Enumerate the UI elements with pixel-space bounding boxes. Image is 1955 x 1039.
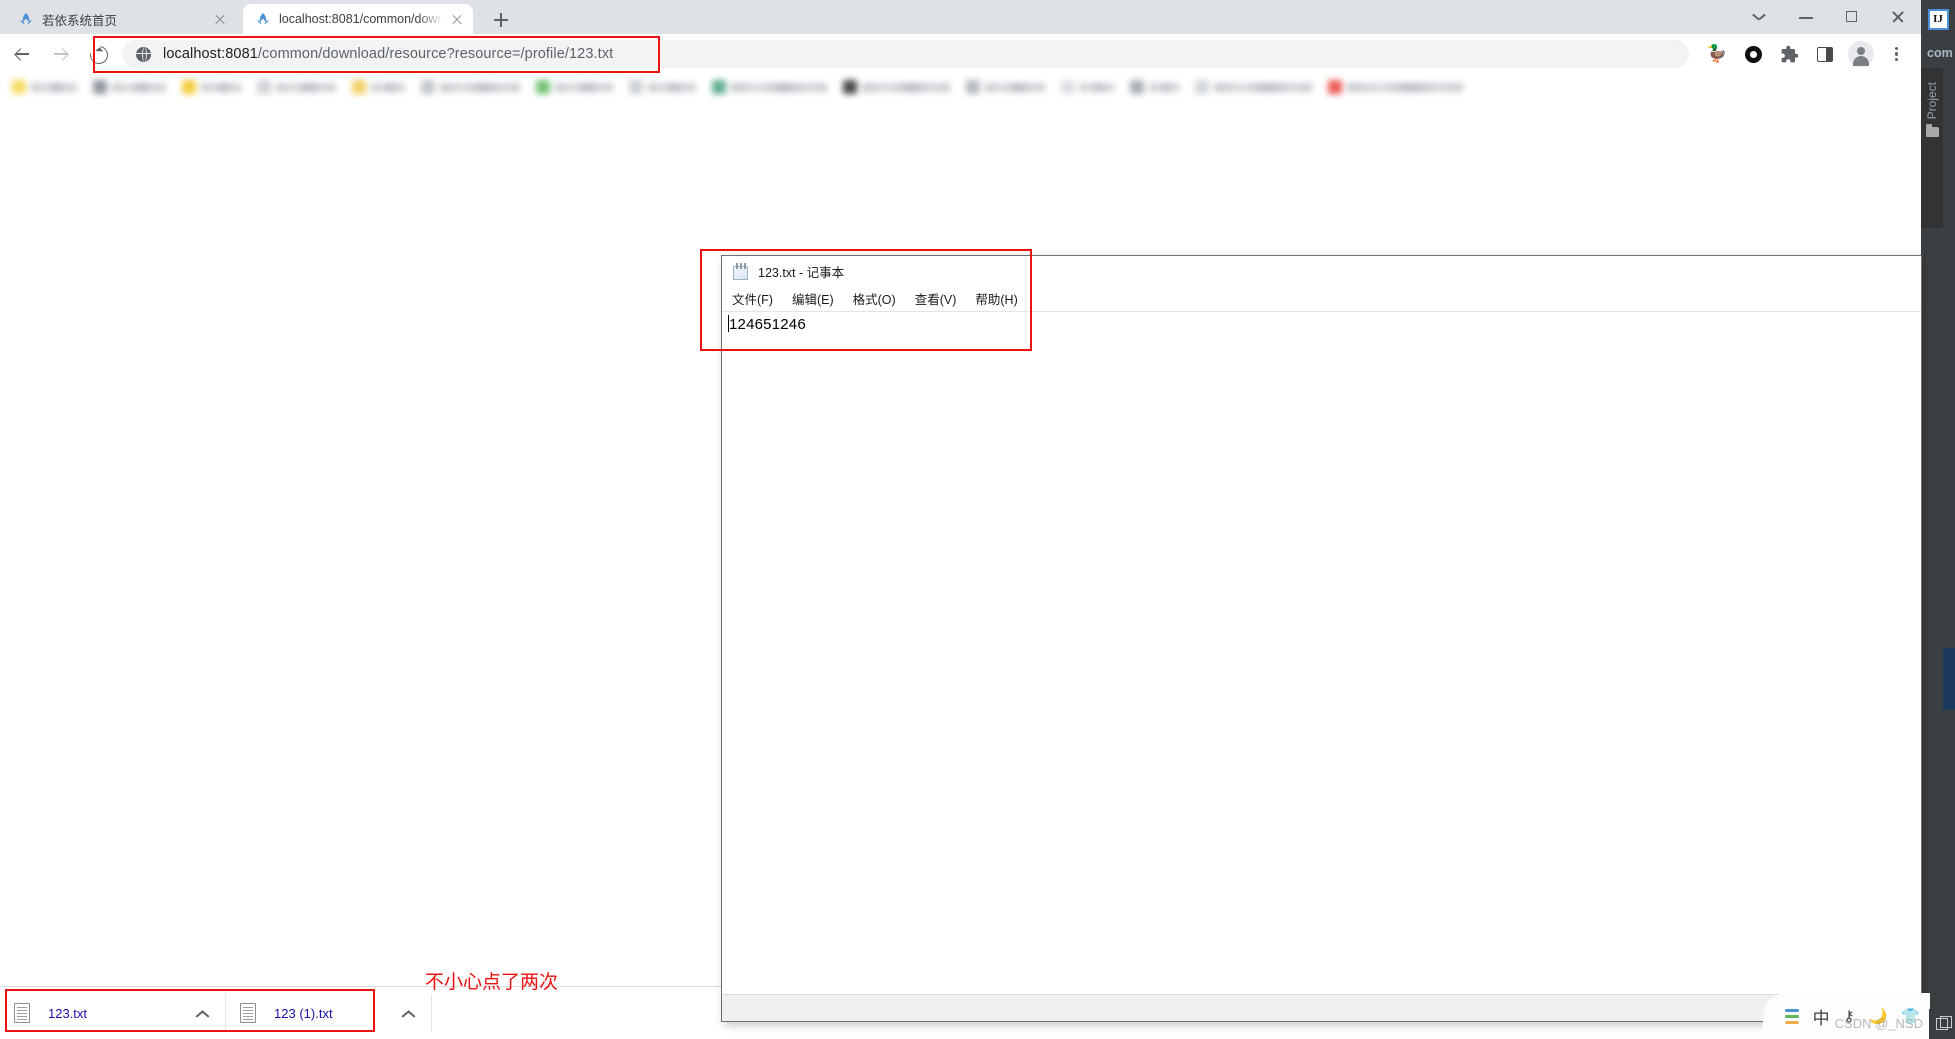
ruoyi-leaf-icon bbox=[255, 11, 271, 27]
system-tray: 中 ⚷ 🌙 👕 bbox=[1762, 993, 1930, 1039]
back-button[interactable] bbox=[6, 38, 38, 70]
forward-button[interactable] bbox=[44, 38, 76, 70]
notepad-window[interactable]: 123.txt - 记事本 文件(F) 编辑(E) 格式(O) 查看(V) 帮助… bbox=[721, 255, 1922, 1022]
duck-extension-icon[interactable]: 🦆 bbox=[1701, 38, 1733, 70]
folder-icon bbox=[1925, 124, 1939, 138]
text-file-icon bbox=[240, 1003, 257, 1023]
ruoyi-leaf-icon bbox=[18, 11, 34, 27]
browser-toolbar: localhost:8081/common/download/resource?… bbox=[0, 34, 1921, 74]
tab-strip: 若依系统首页 localhost:8081/common/down bbox=[0, 0, 1921, 34]
notepad-text-area[interactable]: 124651246 bbox=[722, 312, 1921, 994]
arrow-right-icon bbox=[53, 47, 67, 61]
address-bar[interactable]: localhost:8081/common/download/resource?… bbox=[122, 40, 1689, 68]
bookmark-item[interactable] bbox=[421, 80, 520, 94]
bookmarks-bar[interactable] bbox=[0, 74, 1921, 100]
extensions-puzzle-icon[interactable] bbox=[1773, 38, 1805, 70]
text-file-icon bbox=[14, 1003, 30, 1023]
bookmark-item[interactable] bbox=[1130, 80, 1179, 94]
two-clicks-note: 不小心点了两次 bbox=[425, 971, 559, 993]
intellij-logo-icon: IJ bbox=[1927, 8, 1949, 30]
browser-tab-download[interactable]: localhost:8081/common/down bbox=[243, 4, 473, 34]
ide-titlebar: IJ bbox=[1921, 0, 1955, 38]
chrome-menu-kebab-icon[interactable] bbox=[1881, 38, 1913, 70]
maximize-button[interactable] bbox=[1829, 0, 1875, 34]
ide-menu-bar[interactable]: com bbox=[1921, 38, 1955, 68]
bookmark-item[interactable] bbox=[182, 80, 241, 94]
bookmark-item[interactable] bbox=[352, 80, 405, 94]
bookmark-item[interactable] bbox=[12, 80, 77, 94]
download-filename: 123.txt bbox=[48, 1005, 88, 1021]
ide-selected-row bbox=[1943, 648, 1955, 710]
ime-settings-icon[interactable]: ⚷ bbox=[1844, 1007, 1855, 1025]
moon-icon[interactable]: 🌙 bbox=[1869, 1007, 1888, 1025]
dark-reader-icon[interactable] bbox=[1737, 38, 1769, 70]
screen-root: IJ com Project 若依系统首页 localhost:8081/com… bbox=[0, 0, 1955, 1039]
notepad-title: 123.txt - 记事本 bbox=[758, 265, 845, 280]
close-icon[interactable] bbox=[212, 11, 228, 27]
bookmark-item[interactable] bbox=[1195, 80, 1312, 94]
window-controls bbox=[1737, 0, 1921, 34]
ide-project-toolwindow[interactable]: Project bbox=[1921, 68, 1943, 228]
ime-chinese-icon[interactable]: 中 bbox=[1813, 1004, 1830, 1029]
bookmark-item[interactable] bbox=[536, 80, 613, 94]
notepad-file-content: 124651246 bbox=[729, 316, 806, 333]
bookmark-item[interactable] bbox=[843, 80, 950, 94]
restore-windows-button[interactable] bbox=[1929, 1009, 1955, 1039]
bookmark-item[interactable] bbox=[712, 80, 827, 94]
bookmark-item[interactable] bbox=[1328, 80, 1463, 94]
browser-tab-ruoyi-home[interactable]: 若依系统首页 bbox=[6, 4, 236, 34]
menu-format[interactable]: 格式(O) bbox=[852, 287, 897, 310]
menu-edit[interactable]: 编辑(E) bbox=[791, 287, 835, 310]
bookmark-item[interactable] bbox=[93, 80, 166, 94]
notepad-menubar: 文件(F) 编辑(E) 格式(O) 查看(V) 帮助(H) bbox=[722, 286, 1921, 312]
globe-icon bbox=[136, 46, 151, 62]
ide-editor-area bbox=[1943, 68, 1955, 1012]
address-bar-url: localhost:8081/common/download/resource?… bbox=[163, 46, 614, 62]
bookmark-item[interactable] bbox=[629, 80, 696, 94]
intellij-idea-window[interactable]: IJ com Project bbox=[1921, 0, 1955, 1012]
bookmark-item[interactable] bbox=[966, 80, 1045, 94]
menu-file[interactable]: 文件(F) bbox=[731, 287, 774, 310]
reload-icon bbox=[86, 42, 112, 68]
minimize-button[interactable] bbox=[1783, 0, 1829, 34]
notepad-icon bbox=[732, 262, 749, 280]
close-icon[interactable] bbox=[449, 11, 465, 27]
download-item-123[interactable]: 123.txt bbox=[0, 994, 227, 1032]
chevron-up-icon[interactable] bbox=[183, 994, 221, 1032]
notepad-titlebar[interactable]: 123.txt - 记事本 bbox=[722, 256, 1921, 286]
tab-title: localhost:8081/common/down bbox=[279, 12, 443, 26]
tab-title: 若依系统首页 bbox=[42, 13, 118, 28]
close-window-button[interactable] bbox=[1875, 0, 1921, 34]
ime-bars-icon[interactable] bbox=[1784, 1006, 1799, 1027]
menu-help[interactable]: 帮助(H) bbox=[974, 287, 1018, 310]
shirt-icon[interactable]: 👕 bbox=[1901, 1007, 1920, 1025]
reload-button[interactable] bbox=[82, 38, 114, 70]
bookmark-item[interactable] bbox=[1061, 80, 1114, 94]
ide-project-label: Project bbox=[1925, 82, 1939, 120]
restore-windows-icon bbox=[1936, 1015, 1952, 1030]
download-filename: 123 (1).txt bbox=[274, 1005, 333, 1021]
side-panel-icon[interactable] bbox=[1809, 38, 1841, 70]
chevron-down-icon[interactable] bbox=[1737, 0, 1783, 34]
arrow-left-icon bbox=[15, 47, 29, 61]
toolbar-icon-group: 🦆 bbox=[1697, 38, 1913, 70]
notepad-statusbar: 行，第 bbox=[722, 994, 1921, 1021]
profile-avatar-icon[interactable] bbox=[1845, 38, 1877, 70]
menu-view[interactable]: 查看(V) bbox=[914, 287, 958, 310]
new-tab-button[interactable] bbox=[489, 8, 513, 32]
download-item-123-1[interactable]: 123 (1).txt bbox=[226, 994, 432, 1032]
chevron-up-icon[interactable] bbox=[389, 994, 427, 1032]
bookmark-item[interactable] bbox=[257, 80, 336, 94]
